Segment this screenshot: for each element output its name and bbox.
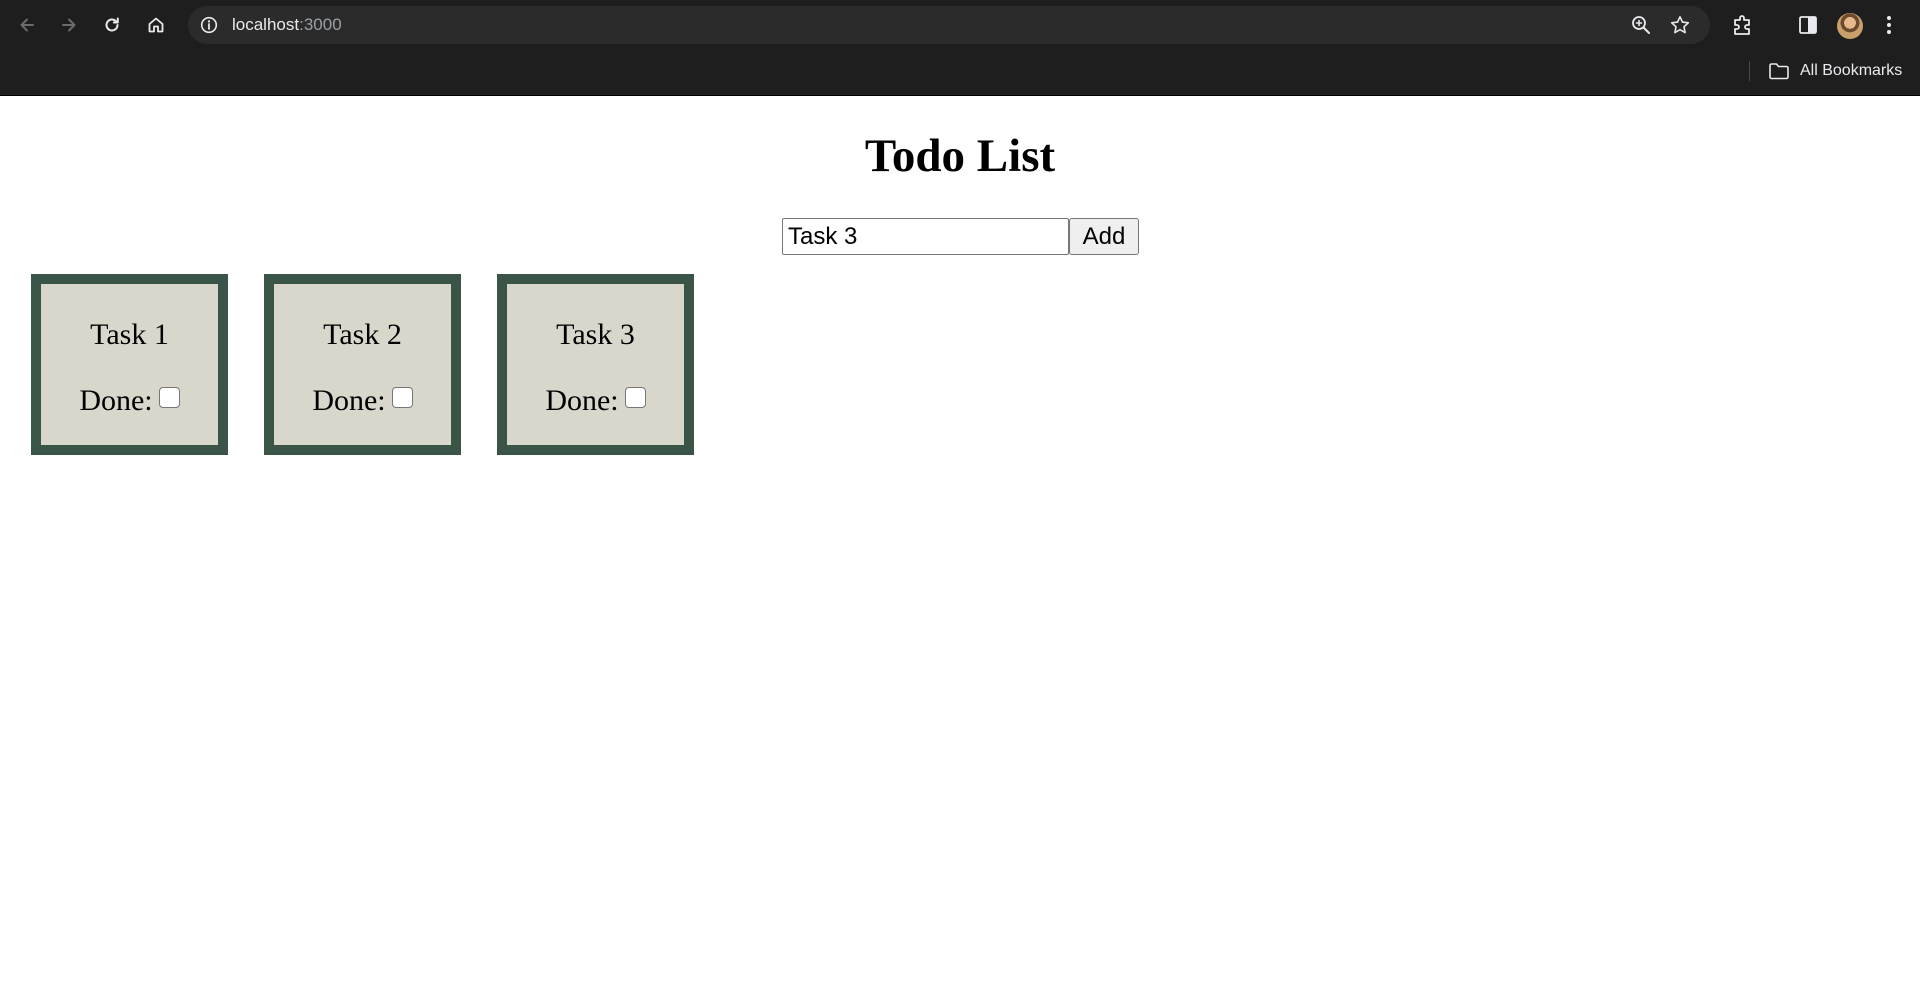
arrow-left-icon	[20, 18, 34, 32]
reload-icon	[105, 17, 119, 32]
task-name: Task 2	[323, 318, 402, 351]
zoom-icon[interactable]	[1630, 14, 1652, 36]
done-row: Done:	[41, 384, 218, 418]
more-menu-icon[interactable]	[1884, 13, 1894, 37]
browser-toolbar: localhost:3000	[0, 0, 1920, 50]
address-bar[interactable]: localhost:3000	[188, 6, 1710, 44]
url-port: :3000	[299, 15, 342, 34]
folder-icon	[1769, 63, 1789, 80]
task-input[interactable]	[782, 218, 1069, 255]
side-panel-icon[interactable]	[1796, 13, 1820, 37]
done-checkbox[interactable]	[158, 387, 180, 408]
task-card: Task 3 Done:	[497, 274, 694, 455]
home-button[interactable]	[141, 10, 171, 40]
bookmarks-bar	[0, 50, 1920, 96]
done-label: Done:	[312, 384, 386, 417]
done-label: Done:	[545, 384, 619, 417]
all-bookmarks-button[interactable]: All Bookmarks	[1768, 59, 1902, 83]
arrow-right-icon	[62, 18, 76, 32]
profile-avatar[interactable]	[1837, 13, 1863, 39]
reload-button[interactable]	[97, 10, 127, 40]
page-title: Todo List	[864, 130, 1056, 182]
task-name: Task 1	[90, 318, 169, 351]
bookmark-star-icon[interactable]	[1669, 14, 1691, 36]
done-label: Done:	[79, 384, 153, 417]
done-checkbox[interactable]	[391, 387, 413, 408]
back-button[interactable]	[12, 10, 42, 40]
task-card: Task 2 Done:	[264, 274, 461, 455]
add-task-form: Add	[782, 218, 1139, 255]
done-row: Done:	[274, 384, 451, 418]
home-icon	[148, 17, 164, 33]
forward-button[interactable]	[54, 10, 84, 40]
task-name: Task 3	[556, 318, 635, 351]
done-row: Done:	[507, 384, 684, 418]
task-card: Task 1 Done:	[31, 274, 228, 455]
bookmarks-divider	[1749, 61, 1750, 81]
site-info-icon[interactable]	[198, 14, 220, 36]
extensions-icon[interactable]	[1730, 12, 1756, 38]
add-button[interactable]: Add	[1069, 218, 1139, 255]
url-host: localhost	[232, 15, 300, 34]
done-checkbox[interactable]	[624, 387, 646, 408]
all-bookmarks-label: All Bookmarks	[1800, 62, 1903, 79]
url-text: localhost:3000	[232, 15, 342, 35]
